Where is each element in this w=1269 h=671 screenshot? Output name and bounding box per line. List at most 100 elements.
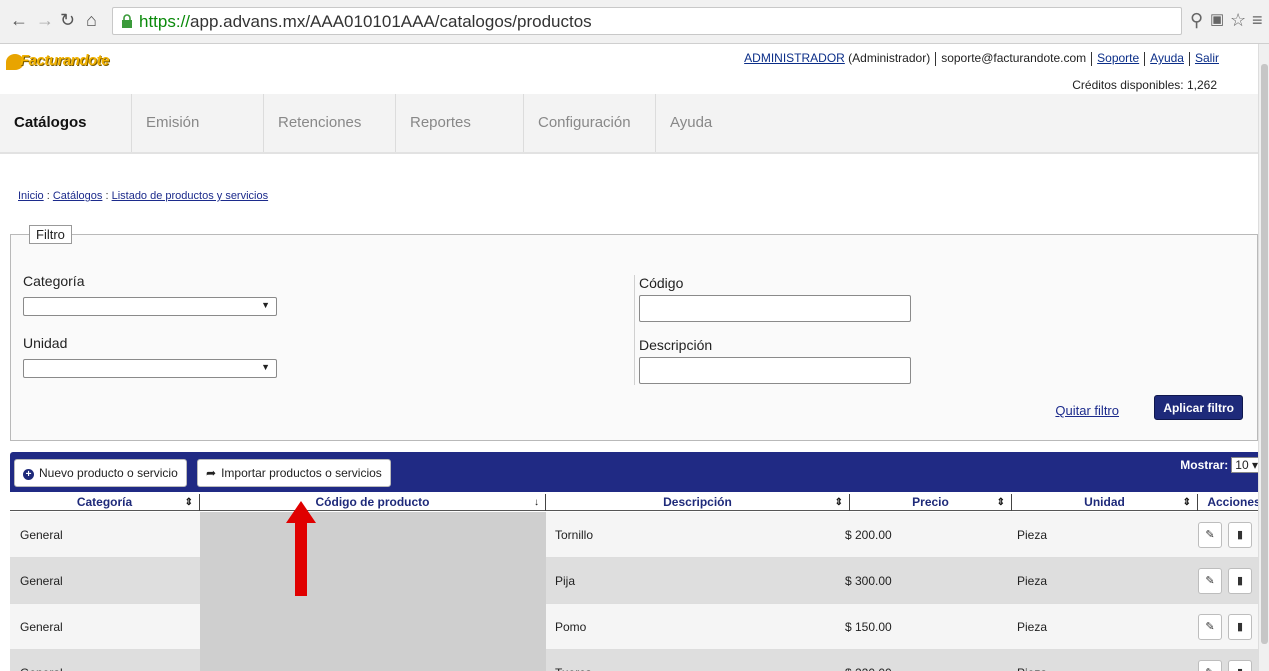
menu-catalogos[interactable]: Catálogos <box>0 94 132 152</box>
aplicar-filtro-button[interactable]: Aplicar filtro <box>1154 395 1243 420</box>
menu-reportes[interactable]: Reportes <box>396 94 524 152</box>
cell-codigo <box>200 604 546 650</box>
logo-text: Facturandote <box>20 52 110 69</box>
cell-unidad: Pieza <box>1017 650 1047 671</box>
categoria-select[interactable]: ▼ <box>23 297 277 316</box>
cell-codigo <box>200 512 546 558</box>
cell-unidad: Pieza <box>1017 620 1048 634</box>
pencil-icon[interactable]: ✎ <box>1198 614 1222 640</box>
star-icon[interactable]: ☆ <box>1230 10 1246 31</box>
ayuda-link[interactable]: Ayuda <box>1150 51 1184 65</box>
header-precio[interactable]: Precio ⇕ <box>850 494 1012 511</box>
translate-icon[interactable]: ▣ <box>1210 10 1224 28</box>
sort-icon: ⇕ <box>834 497 843 508</box>
menu-emision[interactable]: Emisión <box>132 94 264 152</box>
breadcrumb-current[interactable]: Listado de productos y servicios <box>112 190 269 202</box>
trash-icon[interactable]: ▮ <box>1228 568 1252 594</box>
sort-icon: ⇕ <box>996 497 1005 508</box>
salir-link[interactable]: Salir <box>1195 51 1219 65</box>
share-arrow-icon: ➦ <box>206 466 217 480</box>
nuevo-producto-button[interactable]: + Nuevo producto o servicio <box>14 459 187 487</box>
sort-icon: ⇕ <box>1182 497 1191 508</box>
cell-unidad: Pieza <box>1017 528 1048 542</box>
breadcrumb-separator: : <box>43 190 53 202</box>
menu-retenciones[interactable]: Retenciones <box>264 94 396 152</box>
cell-precio: $ 300.00 <box>845 574 892 588</box>
credits-available: Créditos disponibles: 1,262 <box>1072 78 1217 92</box>
table-row: General Pija $ 300.00 Pieza ✎ ▮ <box>10 558 1269 604</box>
chevron-down-icon: ▼ <box>261 300 270 310</box>
mostrar-control: Mostrar: 10 ▾ <box>1180 457 1262 473</box>
table-header: Categoría ⇕ Código de producto ↓ Descripci… <box>10 494 1269 511</box>
user-link[interactable]: ADMINISTRADOR <box>744 51 845 65</box>
cell-categoria: General <box>20 620 63 634</box>
breadcrumb-inicio[interactable]: Inicio <box>18 190 44 202</box>
header-categoria[interactable]: Categoría ⇕ <box>10 494 200 511</box>
cell-precio: $ 220.00 <box>845 650 892 671</box>
importar-productos-button[interactable]: ➦ Importar productos o servicios <box>197 459 391 487</box>
cell-descripcion: Tuerca <box>555 650 592 671</box>
cell-descripcion: Tornillo <box>555 528 594 542</box>
page: Facturandote ADMINISTRADOR (Administrado… <box>0 44 1269 671</box>
scrollbar[interactable] <box>1258 44 1269 671</box>
header-descripcion[interactable]: Descripción ⇕ <box>546 494 850 511</box>
scrollbar-thumb[interactable] <box>1261 64 1268 644</box>
descripcion-input[interactable] <box>639 357 911 384</box>
trash-icon[interactable]: ▮ <box>1228 660 1252 671</box>
pencil-icon[interactable]: ✎ <box>1198 660 1222 671</box>
unidad-label: Unidad <box>23 335 68 351</box>
lock-icon <box>122 14 132 28</box>
unidad-select[interactable]: ▼ <box>23 359 277 378</box>
chevron-down-icon: ▼ <box>261 362 270 372</box>
trash-icon[interactable]: ▮ <box>1228 522 1252 548</box>
reload-icon[interactable]: ↻ <box>60 10 75 30</box>
arrow-right-icon[interactable]: → <box>36 10 54 30</box>
home-icon[interactable]: ⌂ <box>86 10 97 30</box>
trash-icon[interactable]: ▮ <box>1228 614 1252 640</box>
cell-descripcion: Pomo <box>555 620 587 634</box>
filter-legend: Filtro <box>29 225 72 244</box>
table-row: General Tornillo $ 200.00 Pieza ✎ ▮ <box>10 512 1269 558</box>
cell-descripcion: Pija <box>555 574 576 588</box>
support-email: soporte@facturandote.com <box>941 51 1087 65</box>
menu-configuracion[interactable]: Configuración <box>524 94 656 152</box>
pencil-icon[interactable]: ✎ <box>1198 568 1222 594</box>
red-annotation-arrow <box>286 501 316 596</box>
sort-icon: ⇕ <box>184 497 193 508</box>
breadcrumb-catalogos[interactable]: Catálogos <box>53 190 103 202</box>
categoria-label: Categoría <box>23 273 85 289</box>
logo[interactable]: Facturandote <box>6 52 116 72</box>
header-codigo[interactable]: Código de producto ↓ <box>200 494 546 511</box>
cell-precio: $ 150.00 <box>845 620 892 634</box>
main-nav: Catálogos Emisión Retenciones Reportes C… <box>0 94 1258 154</box>
table-row: General Tuerca $ 220.00 Pieza ✎ ▮ <box>10 650 1269 671</box>
address-bar[interactable]: https://app.advans.mx/AAA010101AAA/catal… <box>112 7 1182 35</box>
cell-codigo <box>200 558 546 604</box>
menu-ayuda[interactable]: Ayuda <box>656 94 776 152</box>
descripcion-label: Descripción <box>639 337 713 353</box>
codigo-input[interactable] <box>639 295 911 322</box>
arrow-left-icon[interactable]: ← <box>10 10 28 30</box>
cell-unidad: Pieza <box>1017 574 1048 588</box>
hamburger-menu-icon[interactable]: ≡ <box>1252 10 1263 31</box>
filter-panel: Filtro Categoría ▼ Unidad ▼ Código Descr… <box>10 225 1258 441</box>
cell-codigo <box>200 650 546 671</box>
sort-down-icon: ↓ <box>534 497 539 508</box>
codigo-label: Código <box>639 275 684 291</box>
breadcrumb-separator: : <box>102 190 112 202</box>
url-text: https://app.advans.mx/AAA010101AAA/catal… <box>139 12 592 31</box>
cell-categoria: General <box>20 528 63 542</box>
plus-circle-icon: + <box>23 469 34 480</box>
soporte-link[interactable]: Soporte <box>1097 51 1139 65</box>
pencil-icon[interactable]: ✎ <box>1198 522 1222 548</box>
cell-precio: $ 200.00 <box>845 528 892 542</box>
breadcrumb: Inicio : Catálogos : Listado de producto… <box>18 190 268 202</box>
top-links: ADMINISTRADOR (Administrador) soporte@fac… <box>744 51 1219 66</box>
table-toolbar: + Nuevo producto o servicio ➦ Importar pro… <box>10 452 1269 492</box>
browser-chrome: ← → ↻ ⌂ https://app.advans.mx/AAA010101A… <box>0 0 1269 44</box>
quitar-filtro-link[interactable]: Quitar filtro <box>1055 403 1119 418</box>
user-role: (Administrador) <box>848 51 931 65</box>
zoom-icon[interactable]: ⚲ <box>1190 10 1203 31</box>
cell-categoria: General <box>20 650 63 671</box>
header-unidad[interactable]: Unidad ⇕ <box>1012 494 1198 511</box>
